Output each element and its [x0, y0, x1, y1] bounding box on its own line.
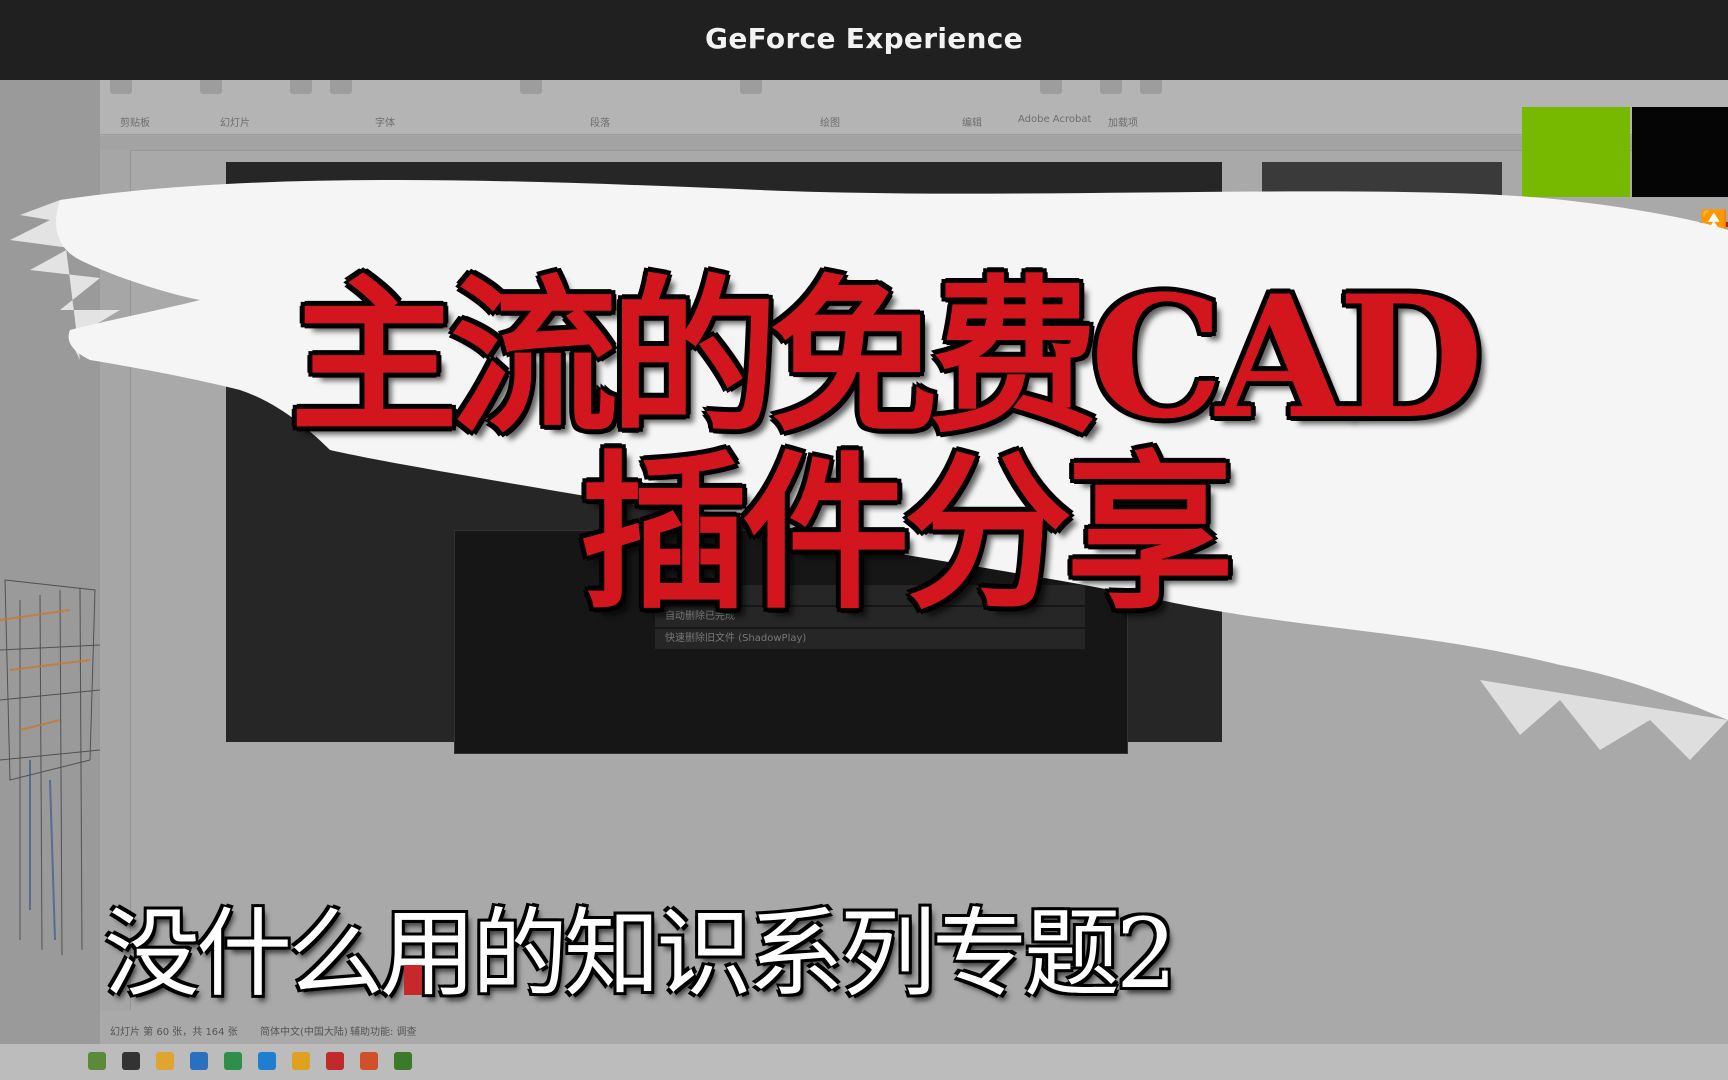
outlook-icon[interactable] [190, 1052, 208, 1070]
ribbon-group-clipboard: 剪贴板 [120, 118, 150, 129]
banner-title-line-2: 插件分享 [580, 434, 1234, 632]
taskbar [0, 1044, 1728, 1080]
ribbon-group-slides: 幻灯片 [220, 118, 250, 129]
ribbon-group-edit: 编辑 [962, 118, 982, 129]
series-subtitle: 没什么用的知识系列专题2 [104, 898, 1177, 1010]
ribbon-group-acrobat: Adobe Acrobat [1018, 114, 1092, 125]
accessibility-indicator[interactable]: 辅助功能: 调查 [350, 1022, 417, 1044]
window-title-bar: GeForce Experience [0, 0, 1728, 80]
horizontal-ruler [100, 136, 1728, 151]
language-indicator[interactable]: 简体中文(中国大陆) [260, 1022, 348, 1044]
ribbon-group-paragraph: 段落 [590, 118, 610, 129]
geforce-icon[interactable] [394, 1052, 412, 1070]
window-title: GeForce Experience [705, 22, 1023, 55]
ribbon-group-drawing: 绘图 [820, 118, 840, 129]
file-explorer-icon[interactable] [156, 1052, 174, 1070]
edge-browser-icon[interactable] [258, 1052, 276, 1070]
slide-count: 幻灯片 第 60 张，共 164 张 [110, 1027, 238, 1038]
status-bar: 幻灯片 第 60 张，共 164 张 简体中文(中国大陆) 辅助功能: 调查 [100, 1022, 1728, 1044]
folder-icon[interactable] [292, 1052, 310, 1070]
acrobat-icon[interactable] [326, 1052, 344, 1070]
ribbon-group-addins: 加载项 [1108, 118, 1138, 129]
ribbon-group-font: 字体 [375, 118, 395, 129]
powerpoint-icon[interactable] [360, 1052, 378, 1070]
nvidia-taskbar-icon[interactable] [88, 1052, 106, 1070]
excel-icon[interactable] [224, 1052, 242, 1070]
terminal-taskbar-icon[interactable] [122, 1052, 140, 1070]
red-arrow-icon [404, 965, 422, 995]
screenshot-stage: 剪贴板 幻灯片 字体 段落 绘图 Adobe Acrobat 编辑 加载项 设置… [0, 0, 1728, 1080]
